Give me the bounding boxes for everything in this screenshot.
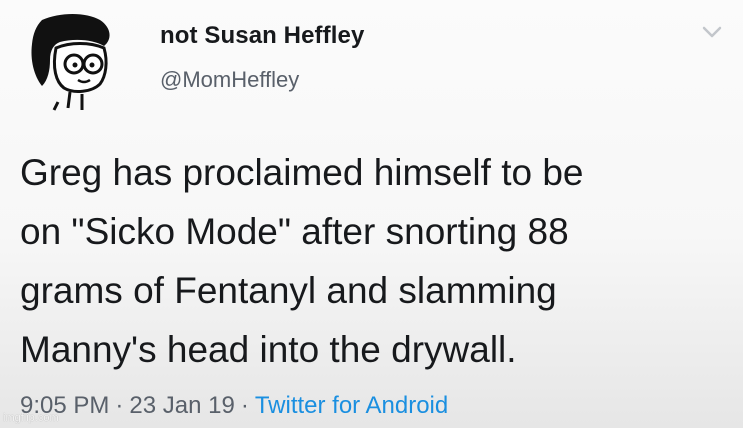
- tweet-source-link[interactable]: Twitter for Android: [255, 392, 448, 419]
- meta-separator: ·: [115, 392, 124, 419]
- meta-separator: ·: [240, 392, 249, 419]
- chevron-down-icon[interactable]: [701, 24, 723, 40]
- tweet-text: Greg has proclaimed himself to be on "Si…: [20, 143, 735, 379]
- tweet-date[interactable]: 23 Jan 19: [129, 392, 234, 419]
- tweet-text-line: Greg has proclaimed himself to be: [20, 152, 584, 193]
- tweet-card: not Susan Heffley @MomHeffley Greg has p…: [0, 0, 743, 428]
- author-display-name[interactable]: not Susan Heffley: [160, 22, 364, 50]
- avatar-face: [52, 42, 108, 93]
- tweet-meta: 9:05 PM · 23 Jan 19 · Twitter for Android: [20, 392, 448, 420]
- tweet-text-line: Manny's head into the drywall.: [20, 329, 517, 370]
- author-handle[interactable]: @MomHeffley: [160, 67, 299, 93]
- imgflip-watermark: imgflip.com: [3, 412, 59, 424]
- avatar[interactable]: [20, 10, 126, 112]
- tweet-text-line: on "Sicko Mode" after snorting 88: [20, 211, 569, 252]
- tweet-text-line: grams of Fentanyl and slamming: [20, 270, 557, 311]
